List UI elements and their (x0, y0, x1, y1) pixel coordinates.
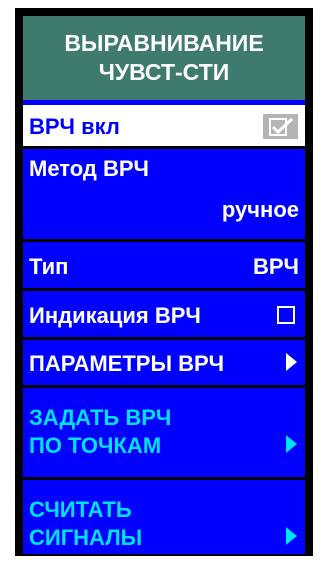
menu-item-label: ПАРАМЕТРЫ ВРЧ (29, 351, 225, 376)
menu-item-value: ВРЧ (252, 254, 299, 279)
menu-item-label-line2: СИГНАЛЫ (29, 525, 143, 550)
checkbox-icon[interactable] (277, 306, 295, 324)
menu-item-type[interactable]: Тип ВРЧ (23, 242, 305, 288)
menu-item-read-signals[interactable]: СЧИТАТЬ СИГНАЛЫ (23, 480, 305, 554)
arrow-right-icon (286, 527, 297, 545)
menu-body: ВЫРАВНИВАНИЕ ЧУВСТ-СТИ ВРЧ вкл Метод ВРЧ… (23, 16, 305, 554)
menu-item-label-line2: ПО ТОЧКАМ (29, 433, 162, 458)
arrow-right-icon (286, 353, 297, 371)
menu-panel: ВЫРАВНИВАНИЕ ЧУВСТ-СТИ ВРЧ вкл Метод ВРЧ… (15, 8, 313, 556)
arrow-right-icon (286, 435, 297, 453)
menu-title-line2: ЧУВСТ-СТИ (98, 59, 230, 85)
menu-item-label: Индикация ВРЧ (29, 303, 201, 328)
menu-item-label-line1: ЗАДАТЬ ВРЧ (29, 405, 172, 430)
menu-item-indication[interactable]: Индикация ВРЧ (23, 291, 305, 337)
checkmark-icon[interactable] (263, 114, 298, 139)
menu-item-label: ВРЧ вкл (29, 114, 120, 139)
menu-item-vrch-on[interactable]: ВРЧ вкл (23, 105, 305, 146)
menu-item-label-line1: СЧИТАТЬ (29, 497, 132, 522)
menu-item-set-by-points[interactable]: ЗАДАТЬ ВРЧ ПО ТОЧКАМ (23, 388, 305, 477)
menu-item-vrch-params[interactable]: ПАРАМЕТРЫ ВРЧ (23, 340, 305, 385)
menu-item-value: ручное (221, 197, 299, 222)
menu-item-method[interactable]: Метод ВРЧ ручное (23, 149, 305, 239)
menu-item-label: Метод ВРЧ (29, 156, 150, 181)
menu-item-label: Тип (29, 254, 69, 279)
menu-title-line1: ВЫРАВНИВАНИЕ (64, 30, 264, 56)
menu-title: ВЫРАВНИВАНИЕ ЧУВСТ-СТИ (23, 16, 305, 100)
